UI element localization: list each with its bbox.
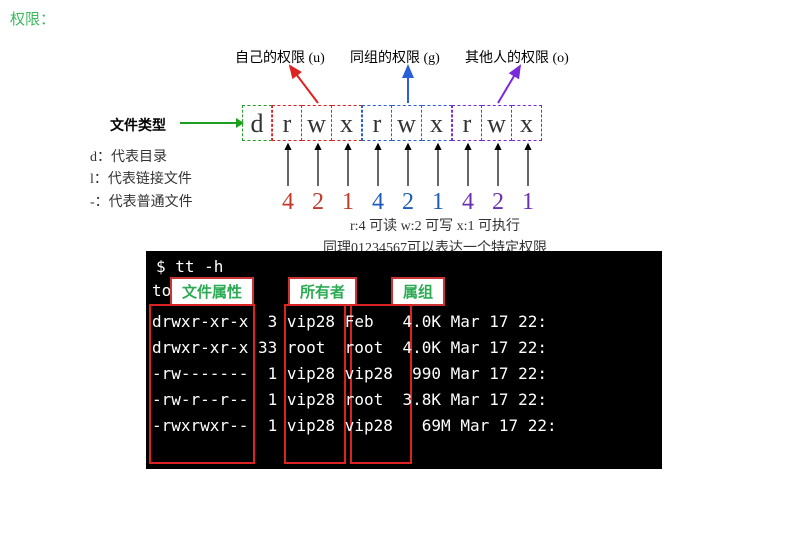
caption-line1: r:4 可读 w:2 可写 x:1 可执行 [220, 216, 650, 238]
perm-char-o-x: x [512, 105, 542, 141]
perm-char-d: d [242, 105, 272, 141]
permission-boxes: d r w x r w x r w x [242, 105, 542, 141]
num-2b: 2 [393, 189, 423, 216]
num-4b: 4 [363, 189, 393, 216]
table-row: drwxr-xr-x 33 root root 4.0K Mar 17 22: [152, 335, 557, 361]
num-4a: 4 [273, 189, 303, 216]
table-row: -rw-r--r-- 1 vip28 root 3.8K Mar 17 22: [152, 387, 557, 413]
perm-char-g-x: x [422, 105, 452, 141]
terminal-output: $ tt -h to 文件属性 所有者 属组 drwxr-xr-x 3 vip2… [146, 251, 662, 469]
perm-char-o-w: w [482, 105, 512, 141]
perm-char-g-w: w [392, 105, 422, 141]
num-2a: 2 [303, 189, 333, 216]
perm-char-u-r: r [272, 105, 302, 141]
table-row: -rw------- 1 vip28 vip28 990 Mar 17 22: [152, 361, 557, 387]
perm-char-u-x: x [332, 105, 362, 141]
legend-l: l：代表链接文件 [90, 169, 193, 191]
ls-rows: drwxr-xr-x 3 vip28 Feb 4.0K Mar 17 22: d… [152, 309, 557, 439]
column-label-perm: 文件属性 [170, 277, 254, 306]
legend-d: d：代表目录 [90, 147, 193, 169]
num-2c: 2 [483, 189, 513, 216]
num-1a: 1 [333, 189, 363, 216]
prompt-line: $ tt -h [156, 257, 223, 276]
filetype-legend: d：代表目录 l：代表链接文件 -：代表普通文件 [90, 147, 193, 214]
column-label-group: 属组 [391, 277, 445, 306]
table-row: drwxr-xr-x 3 vip28 Feb 4.0K Mar 17 22: [152, 309, 557, 335]
perm-char-u-w: w [302, 105, 332, 141]
column-label-owner: 所有者 [288, 277, 357, 306]
table-row: -rwxrwxr-- 1 vip28 vip28 69M Mar 17 22: [152, 413, 557, 439]
perm-char-o-r: r [452, 105, 482, 141]
num-1c: 1 [513, 189, 543, 216]
numeric-values: 4 2 1 4 2 1 4 2 1 [273, 189, 543, 216]
perm-char-g-r: r [362, 105, 392, 141]
permission-diagram: 自己的权限 (u) 同组的权限 (g) 其他人的权限 (o) 文件类型 [140, 41, 660, 251]
arrow-green [180, 122, 242, 124]
section-title: 权限： [10, 8, 776, 29]
legend-dash: -：代表普通文件 [90, 192, 193, 214]
num-1b: 1 [423, 189, 453, 216]
num-4c: 4 [453, 189, 483, 216]
